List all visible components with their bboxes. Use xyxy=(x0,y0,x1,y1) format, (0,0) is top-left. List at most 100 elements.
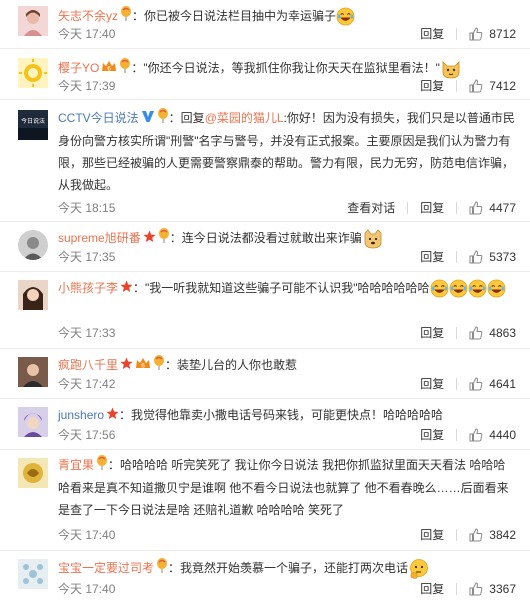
thumbs-up-icon xyxy=(469,27,483,41)
username-link[interactable]: supreme旭研番 xyxy=(58,231,141,245)
like-count: 4863 xyxy=(489,326,516,340)
thumbs-up-icon xyxy=(469,428,483,442)
like-button[interactable]: 8712 xyxy=(469,26,516,42)
vip-crown-icon: 6 xyxy=(135,355,151,377)
like-button[interactable]: 3842 xyxy=(469,527,516,543)
reply-button[interactable]: 回复 xyxy=(420,427,444,443)
reply-button[interactable]: 回复 xyxy=(420,581,444,597)
vip-balloon-icon xyxy=(120,5,132,28)
doge-emoji-icon xyxy=(362,228,384,250)
comment-actions: 回复 3367 xyxy=(420,581,516,597)
divider xyxy=(456,80,458,92)
comment-item: 小熊孩子李 ："我一听我就知道这些骗子可能不认识我"哈哈哈哈哈哈 今天 17:33… xyxy=(0,272,530,349)
avatar[interactable] xyxy=(18,280,48,310)
comment-footer: 今天 18:15 查看对话 回复 4477 xyxy=(58,200,516,216)
view-conversation-button[interactable]: 查看对话 xyxy=(347,200,395,216)
verified-v-icon xyxy=(141,108,155,130)
laughing-emoji-icon xyxy=(430,279,449,298)
like-count: 3367 xyxy=(489,582,516,596)
comment-actions: 查看对话 回复 4477 xyxy=(347,200,516,216)
star-icon xyxy=(120,355,133,377)
reply-button[interactable]: 回复 xyxy=(420,26,444,42)
avatar[interactable] xyxy=(18,6,48,36)
thumbs-up-icon xyxy=(469,326,483,340)
divider xyxy=(456,583,458,595)
username-link[interactable]: 青宜果 xyxy=(58,458,94,472)
thumbs-up-icon xyxy=(469,250,483,264)
avatar[interactable] xyxy=(18,559,48,589)
comment-item: 疯跑八千里 6 ：装垫儿台的人你也敢惹 今天 17:42 回复 4641 xyxy=(0,349,530,399)
vip-balloon-icon xyxy=(158,227,170,250)
username-link[interactable]: 矢志不余yz xyxy=(58,9,118,23)
vip-balloon-icon xyxy=(157,107,169,130)
like-button[interactable]: 4863 xyxy=(469,325,516,341)
comment-time: 今天 17:40 xyxy=(58,528,116,542)
username-link[interactable]: 小熊孩子李 xyxy=(58,281,118,295)
comment-text: ：你已被今日说法栏目抽中为幸运骗子 xyxy=(132,9,337,23)
vip-balloon-icon xyxy=(96,454,108,477)
username-link[interactable]: junshero xyxy=(58,408,104,422)
avatar-label: 今日说法 xyxy=(20,119,45,125)
vip-balloon-icon xyxy=(119,57,131,80)
username-link[interactable]: CCTV今日说法 xyxy=(58,111,139,125)
username-link[interactable]: 疯跑八千里 xyxy=(58,358,118,372)
like-count: 4440 xyxy=(489,428,516,442)
divider xyxy=(456,529,458,541)
like-button[interactable]: 5373 xyxy=(469,249,516,265)
thumbs-up-icon xyxy=(469,201,483,215)
comment-footer: 今天 17:35 回复 5373 xyxy=(58,249,516,265)
avatar[interactable] xyxy=(18,58,48,88)
avatar[interactable] xyxy=(18,230,48,260)
comment-text: ："我一听我就知道这些骗子可能不认识我"哈哈哈哈哈哈 xyxy=(133,281,430,295)
star-icon xyxy=(106,405,119,427)
thumbs-up-icon xyxy=(469,377,483,391)
like-count: 7412 xyxy=(489,79,516,93)
comment-footer: 今天 17:39 回复 7412 xyxy=(58,78,516,94)
reply-button[interactable]: 回复 xyxy=(420,249,444,265)
comment-item: supreme旭研番 ：连今日说法都没看过就敢出来诈骗 今天 17:35 回复 5… xyxy=(0,222,530,272)
like-button[interactable]: 4477 xyxy=(469,200,516,216)
comment-actions: 回复 5373 xyxy=(420,249,516,265)
divider xyxy=(456,327,458,339)
reply-button[interactable]: 回复 xyxy=(420,325,444,341)
reply-prefix: ：回复 xyxy=(168,111,205,125)
reply-button[interactable]: 回复 xyxy=(420,527,444,543)
laughing-emoji-icon xyxy=(336,7,355,26)
avatar[interactable] xyxy=(18,407,48,437)
like-button[interactable]: 4641 xyxy=(469,376,516,392)
comment-body: 宝宝一定要过司考 ：我竟然开始羡慕一个骗子，还能打两次电话 xyxy=(58,557,516,580)
divider xyxy=(456,429,458,441)
like-button[interactable]: 3367 xyxy=(469,581,516,597)
like-button[interactable]: 7412 xyxy=(469,78,516,94)
comment-time: 今天 17:39 xyxy=(58,79,116,93)
like-button[interactable]: 4440 xyxy=(469,427,516,443)
comment-item: junshero ：我觉得他靠卖小撒电话号码来钱，可能更快点！哈哈哈哈哈 今天 1… xyxy=(0,399,530,450)
username-link[interactable]: 宝宝一定要过司考 xyxy=(58,561,154,575)
thumbs-up-icon xyxy=(469,79,483,93)
avatar[interactable] xyxy=(18,458,48,488)
comment-actions: 回复 8712 xyxy=(420,26,516,42)
avatar[interactable] xyxy=(18,357,48,387)
comment-text: ："你还今日说法，等我抓住你我让你天天在监狱里看法！" xyxy=(131,61,440,75)
mention-link[interactable]: @菜园的猫儿L xyxy=(205,111,284,125)
comment-actions: 回复 4440 xyxy=(420,427,516,443)
reply-button[interactable]: 回复 xyxy=(420,376,444,392)
thinking-emoji-icon xyxy=(408,558,430,580)
reply-button[interactable]: 回复 xyxy=(420,200,444,216)
avatar[interactable]: 今日说法 xyxy=(18,110,48,140)
comment-footer: 今天 17:40 回复 3842 xyxy=(58,527,516,543)
username-link[interactable]: 樱子YO xyxy=(58,61,99,75)
comment-body: junshero ：我觉得他靠卖小撒电话号码来钱，可能更快点！哈哈哈哈哈 xyxy=(58,404,516,427)
comment-item: 樱子YO 6 ："你还今日说法，等我抓住你我让你天天在监狱里看法！" 今天 17:3… xyxy=(0,49,530,100)
comment-actions: 回复 4641 xyxy=(420,376,516,392)
divider xyxy=(456,28,458,40)
comment-footer: 今天 17:42 回复 4641 xyxy=(58,376,516,392)
comment-footer: 今天 17:40 回复 8712 xyxy=(58,26,516,42)
comment-time: 今天 17:35 xyxy=(58,250,116,264)
comment-body: CCTV今日说法 ：回复@菜园的猫儿L:你好！因为没有损失，我们只是以普通市民身份… xyxy=(58,107,516,196)
reply-button[interactable]: 回复 xyxy=(420,78,444,94)
comment-time: 今天 17:40 xyxy=(58,27,116,41)
comment-time: 今天 17:33 xyxy=(58,326,116,340)
comment-footer: 今天 17:33 回复 4863 xyxy=(58,325,516,341)
comment-body: supreme旭研番 ：连今日说法都没看过就敢出来诈骗 xyxy=(58,227,516,250)
